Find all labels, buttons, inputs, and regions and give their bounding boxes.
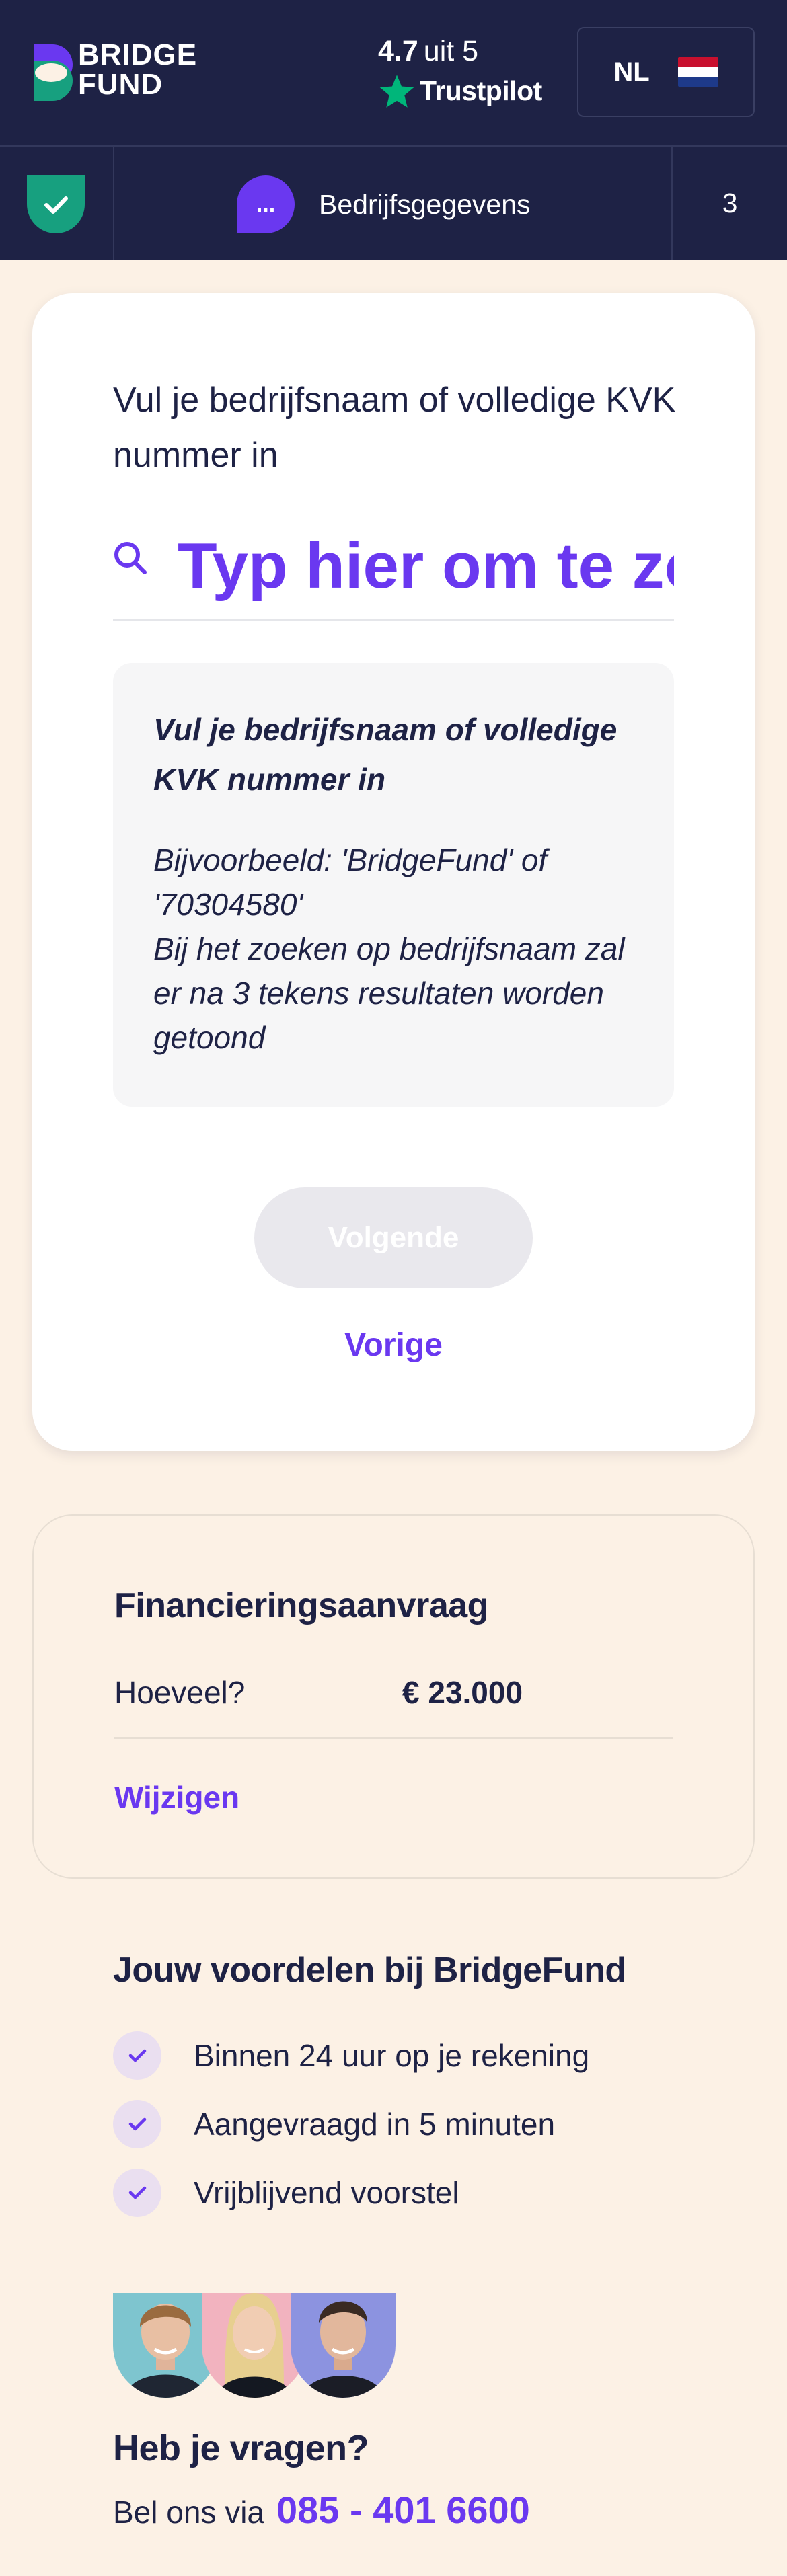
logo-line-1: BRIDGE — [78, 38, 198, 71]
step-2-current: ... Bedrijfsgegevens — [237, 175, 531, 233]
benefit-label: Binnen 24 uur op je rekening — [194, 2038, 590, 2073]
netherlands-flag-icon — [677, 57, 718, 87]
language-selector[interactable]: NL — [577, 27, 755, 117]
step-1-completed-check-icon[interactable] — [27, 175, 85, 233]
edit-link[interactable]: Wijzigen — [114, 1779, 239, 1816]
step-divider — [113, 147, 114, 260]
hint-note: Bij het zoeken op bedrijfsnaam zal er na… — [153, 931, 625, 1055]
search-hint-box: Vul je bedrijfsnaam of volledige KVK num… — [113, 663, 674, 1107]
progress-stepper: ... Bedrijfsgegevens 3 — [0, 145, 787, 260]
trustpilot-star-icon — [379, 75, 414, 108]
previous-link[interactable]: Vorige — [254, 1315, 533, 1376]
check-icon — [113, 2100, 161, 2148]
benefit-item: Vrijblijvend voorstel — [113, 2169, 459, 2217]
benefits-title: Jouw voordelen bij BridgeFund — [113, 1951, 626, 1990]
hint-body: Bijvoorbeeld: 'BridgeFund' of '70304580'… — [153, 838, 634, 1060]
amount-value: € 23.000 — [402, 1675, 523, 1710]
step-2-ellipsis-icon: ... — [237, 175, 295, 233]
check-icon — [113, 2031, 161, 2080]
bridgefund-logo-mark — [34, 44, 73, 101]
language-code: NL — [613, 56, 650, 87]
top-header: BRIDGE FUND 4.7 uit 5 Trustpilot NL — [0, 0, 787, 145]
trustpilot-brand: Trustpilot — [420, 75, 542, 106]
company-search-card: Vul je bedrijfsnaam of volledige KVK num… — [32, 293, 755, 1451]
trustpilot-rating: 4.7 uit 5 — [378, 31, 553, 71]
logo-wordmark: BRIDGE FUND — [78, 40, 197, 100]
contact-prefix: Bel ons via — [113, 2495, 265, 2530]
amount-label: Hoeveel? — [114, 1675, 246, 1710]
hint-example: Bijvoorbeeld: 'BridgeFund' of '70304580' — [153, 843, 548, 922]
step-2-label: Bedrijfsgegevens — [319, 188, 531, 220]
check-icon — [113, 2169, 161, 2217]
phone-link[interactable]: 085 - 401 6600 — [276, 2488, 530, 2532]
benefit-item: Binnen 24 uur op je rekening — [113, 2031, 589, 2080]
contact-title: Heb je vragen? — [113, 2428, 369, 2468]
bridgefund-logo[interactable]: BRIDGE FUND — [34, 40, 197, 104]
step-3-number: 3 — [722, 187, 738, 219]
logo-line-2: FUND — [78, 68, 163, 101]
amount-row: Hoeveel? € 23.000 — [114, 1674, 673, 1739]
form-title: Vul je bedrijfsnaam of volledige KVK num… — [113, 381, 676, 475]
search-icon — [114, 542, 147, 574]
benefit-item: Aangevraagd in 5 minuten — [113, 2100, 555, 2148]
benefit-label: Vrijblijvend voorstel — [194, 2175, 459, 2210]
trustpilot-scale: uit 5 — [423, 35, 479, 67]
summary-title: Financieringsaanvraag — [114, 1586, 488, 1625]
support-team-avatars — [113, 2279, 396, 2401]
financing-request-summary: Financieringsaanvraag Hoeveel? € 23.000 … — [32, 1514, 755, 1879]
support-avatar — [291, 2279, 396, 2398]
next-button[interactable]: Volgende — [254, 1187, 533, 1288]
search-field[interactable] — [113, 519, 674, 621]
contact-line: Bel ons via 085 - 401 6600 — [113, 2488, 530, 2532]
benefit-label: Aangevraagd in 5 minuten — [194, 2107, 556, 2142]
hint-title: Vul je bedrijfsnaam of volledige KVK num… — [153, 712, 617, 797]
trustpilot-score: 4.7 — [378, 35, 418, 67]
trustpilot-widget[interactable]: 4.7 uit 5 Trustpilot — [378, 31, 553, 109]
company-search-input[interactable] — [178, 519, 674, 613]
